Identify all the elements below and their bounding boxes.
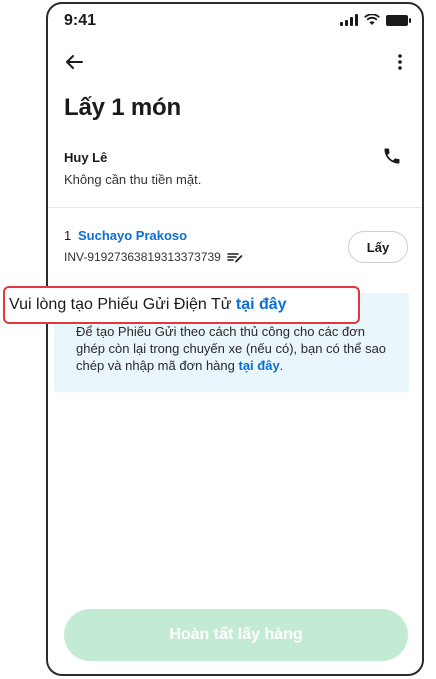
copy-icon[interactable]: [227, 251, 243, 263]
highlighted-callout: Vui lòng tạo Phiếu Gửi Điện Tử tại đây: [3, 286, 360, 324]
divider: [48, 207, 422, 208]
back-arrow-icon[interactable]: [62, 50, 86, 74]
customer-name: Huy Lê: [64, 150, 108, 165]
signal-icon: [340, 14, 358, 26]
highlight-text: Vui lòng tạo Phiếu Gửi Điện Tử tại đây: [5, 296, 287, 314]
info-text-body: Để tạo Phiếu Gửi theo cách thủ công cho …: [76, 324, 387, 373]
pick-button[interactable]: Lấy: [348, 231, 408, 263]
highlight-text-body: Vui lòng tạo Phiếu Gửi Điện Tử: [9, 296, 236, 313]
order-code-row: INV-91927363819313373739: [64, 250, 243, 264]
status-icons: [340, 14, 411, 26]
status-time: 9:41: [64, 12, 97, 29]
info-period: .: [279, 358, 284, 373]
create-ewaybill-link[interactable]: tại đây: [236, 296, 287, 313]
wifi-icon: [364, 14, 380, 25]
finish-pickup-button[interactable]: Hoàn tất lấy hàng: [64, 609, 408, 661]
status-bar: 9:41: [48, 4, 422, 38]
order-index: 1: [64, 228, 72, 243]
copy-link[interactable]: tại đây: [238, 358, 279, 373]
customer-note: Không cần thu tiền mặt.: [64, 172, 202, 187]
info-text: Để tạo Phiếu Gửi theo cách thủ công cho …: [76, 323, 396, 374]
order-code: INV-91927363819313373739: [64, 250, 221, 264]
phone-frame: 9:41 Lấy 1 món Huy Lê Không cần thu tiền…: [46, 2, 424, 676]
phone-icon[interactable]: [382, 146, 404, 168]
more-vert-icon[interactable]: [392, 50, 408, 74]
order-recipient-name: Suchayo Prakoso: [78, 228, 188, 243]
page-title: Lấy 1 món: [64, 94, 181, 121]
battery-icon: [386, 14, 411, 26]
